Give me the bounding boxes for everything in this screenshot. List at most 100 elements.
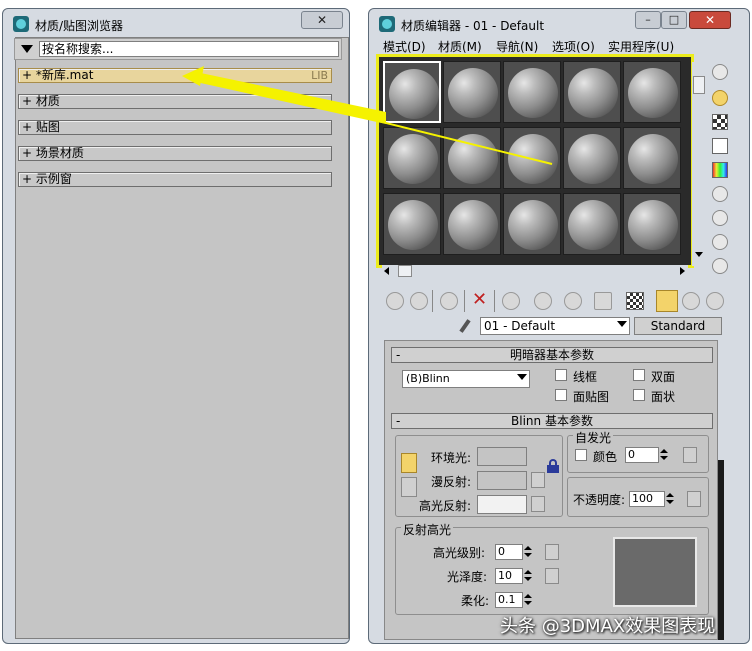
material-sphere bbox=[508, 200, 558, 250]
ambient-color-swatch[interactable] bbox=[477, 447, 527, 466]
sample-slot[interactable] bbox=[503, 193, 561, 255]
material-name-field[interactable]: 01 - Default bbox=[480, 317, 630, 335]
rollout-new-library[interactable]: + *新库.mat LIB bbox=[18, 68, 332, 83]
specular-color-swatch[interactable] bbox=[477, 495, 527, 514]
sample-slot[interactable] bbox=[563, 61, 621, 123]
spec-level-spinner[interactable]: 0 bbox=[495, 544, 523, 560]
spec-level-map-button[interactable] bbox=[545, 544, 559, 560]
menu-mode[interactable]: 模式(D) bbox=[383, 38, 426, 55]
sample-slot[interactable] bbox=[383, 61, 441, 123]
browser-titlebar[interactable]: 材质/贴图浏览器 ✕ bbox=[3, 9, 349, 39]
scroll-left-arrow-icon[interactable] bbox=[384, 267, 389, 275]
backlight-icon[interactable] bbox=[712, 90, 728, 106]
lock-ambient-diffuse-button[interactable] bbox=[401, 453, 417, 473]
browser-title: 材质/贴图浏览器 bbox=[35, 19, 124, 33]
faceted-checkbox[interactable] bbox=[633, 389, 645, 401]
put-to-scene-icon[interactable] bbox=[410, 292, 428, 310]
glossiness-map-button[interactable] bbox=[545, 568, 559, 584]
diffuse-map-button[interactable] bbox=[531, 472, 545, 488]
reset-map-icon[interactable]: ✕ bbox=[472, 290, 487, 310]
panel-scrollbar[interactable] bbox=[718, 340, 724, 640]
material-sphere bbox=[508, 68, 558, 118]
two-sided-checkbox[interactable] bbox=[633, 369, 645, 381]
put-to-library-icon[interactable] bbox=[534, 292, 552, 310]
menu-navigation[interactable]: 导航(N) bbox=[496, 38, 538, 55]
spinner-arrows-icon[interactable] bbox=[523, 592, 533, 608]
sample-slot[interactable] bbox=[563, 193, 621, 255]
sample-slot[interactable] bbox=[503, 127, 561, 189]
sample-slot[interactable] bbox=[503, 61, 561, 123]
rollout-sample-slots[interactable]: + 示例窗 bbox=[18, 172, 332, 187]
video-color-check-icon[interactable] bbox=[712, 162, 728, 178]
browser-close-button[interactable]: ✕ bbox=[301, 11, 343, 29]
lock-diffuse-specular-button[interactable] bbox=[401, 477, 417, 497]
go-to-parent-icon[interactable] bbox=[656, 290, 678, 312]
chevron-down-icon[interactable] bbox=[617, 321, 627, 327]
material-type-button[interactable]: Standard bbox=[634, 317, 722, 335]
minimize-button[interactable]: – bbox=[635, 11, 661, 29]
self-illum-spinner[interactable]: 0 bbox=[625, 447, 659, 463]
material-id-channel-icon[interactable] bbox=[564, 292, 582, 310]
show-map-in-viewport-icon[interactable] bbox=[594, 292, 612, 310]
sample-slot[interactable] bbox=[443, 127, 501, 189]
color-label: 颜色 bbox=[593, 450, 618, 464]
material-map-navigator-icon[interactable] bbox=[712, 258, 728, 274]
scroll-thumb[interactable] bbox=[718, 460, 724, 640]
spinner-arrows-icon[interactable] bbox=[659, 447, 669, 463]
shader-type-dropdown[interactable]: (B)Blinn bbox=[402, 370, 530, 388]
pick-material-eyedropper-icon[interactable] bbox=[456, 317, 472, 335]
rollout-maps[interactable]: + 贴图 bbox=[18, 120, 332, 135]
sample-slot[interactable] bbox=[443, 61, 501, 123]
opacity-map-button[interactable] bbox=[687, 491, 701, 507]
sample-slot[interactable] bbox=[443, 193, 501, 255]
sample-vertical-scrollbar[interactable] bbox=[692, 62, 706, 266]
self-illum-map-button[interactable] bbox=[683, 447, 697, 463]
sample-options-icon[interactable] bbox=[712, 210, 728, 226]
scroll-thumb[interactable] bbox=[398, 265, 412, 277]
menu-options[interactable]: 选项(O) bbox=[552, 38, 595, 55]
glossiness-spinner[interactable]: 10 bbox=[495, 568, 523, 584]
sample-slot[interactable] bbox=[623, 61, 681, 123]
make-preview-icon[interactable] bbox=[712, 186, 728, 202]
go-back-icon[interactable] bbox=[706, 292, 724, 310]
get-material-icon[interactable] bbox=[386, 292, 404, 310]
sample-slot[interactable] bbox=[563, 127, 621, 189]
sample-slot[interactable] bbox=[623, 193, 681, 255]
background-checker-icon[interactable] bbox=[712, 114, 728, 130]
lock-icon[interactable] bbox=[547, 459, 559, 473]
diffuse-color-swatch[interactable] bbox=[477, 471, 527, 490]
sample-slot[interactable] bbox=[383, 193, 441, 255]
maximize-button[interactable]: □ bbox=[661, 11, 687, 29]
menu-material[interactable]: 材质(M) bbox=[438, 38, 482, 55]
editor-titlebar[interactable]: 材质编辑器 - 01 - Default – □ ✕ bbox=[369, 9, 749, 39]
rollout-materials[interactable]: + 材质 bbox=[18, 94, 332, 109]
spinner-arrows-icon[interactable] bbox=[523, 568, 533, 584]
select-by-material-icon[interactable] bbox=[712, 234, 728, 250]
assign-to-selection-icon[interactable] bbox=[440, 292, 458, 310]
scroll-down-arrow-icon[interactable] bbox=[695, 252, 703, 257]
menu-utilities[interactable]: 实用程序(U) bbox=[608, 38, 674, 55]
sample-type-icon[interactable] bbox=[712, 64, 728, 80]
specular-map-button[interactable] bbox=[531, 496, 545, 512]
go-forward-to-sibling-icon[interactable] bbox=[682, 292, 700, 310]
face-map-checkbox[interactable] bbox=[555, 389, 567, 401]
wire-checkbox[interactable] bbox=[555, 369, 567, 381]
sample-slot[interactable] bbox=[623, 127, 681, 189]
show-end-result-icon[interactable] bbox=[626, 292, 644, 310]
editor-close-button[interactable]: ✕ bbox=[689, 11, 731, 29]
spinner-arrows-icon[interactable] bbox=[523, 544, 533, 560]
spinner-arrows-icon[interactable] bbox=[665, 491, 675, 507]
sample-horizontal-scrollbar[interactable] bbox=[382, 265, 688, 277]
opacity-spinner[interactable]: 100 bbox=[629, 491, 665, 507]
uv-tiling-icon[interactable] bbox=[712, 138, 728, 154]
chevron-down-icon[interactable] bbox=[517, 374, 527, 380]
shader-rollout-header[interactable]: - 明暗器基本参数 bbox=[391, 347, 713, 363]
make-unique-icon[interactable] bbox=[502, 292, 520, 310]
blinn-rollout-header[interactable]: - Blinn 基本参数 bbox=[391, 413, 713, 429]
self-illum-color-checkbox[interactable] bbox=[575, 449, 587, 461]
rollout-scene-materials[interactable]: + 场景材质 bbox=[18, 146, 332, 161]
soften-spinner[interactable]: 0.1 bbox=[495, 592, 523, 608]
scroll-right-arrow-icon[interactable] bbox=[680, 267, 685, 275]
sample-slot[interactable] bbox=[383, 127, 441, 189]
scroll-thumb[interactable] bbox=[693, 76, 705, 94]
